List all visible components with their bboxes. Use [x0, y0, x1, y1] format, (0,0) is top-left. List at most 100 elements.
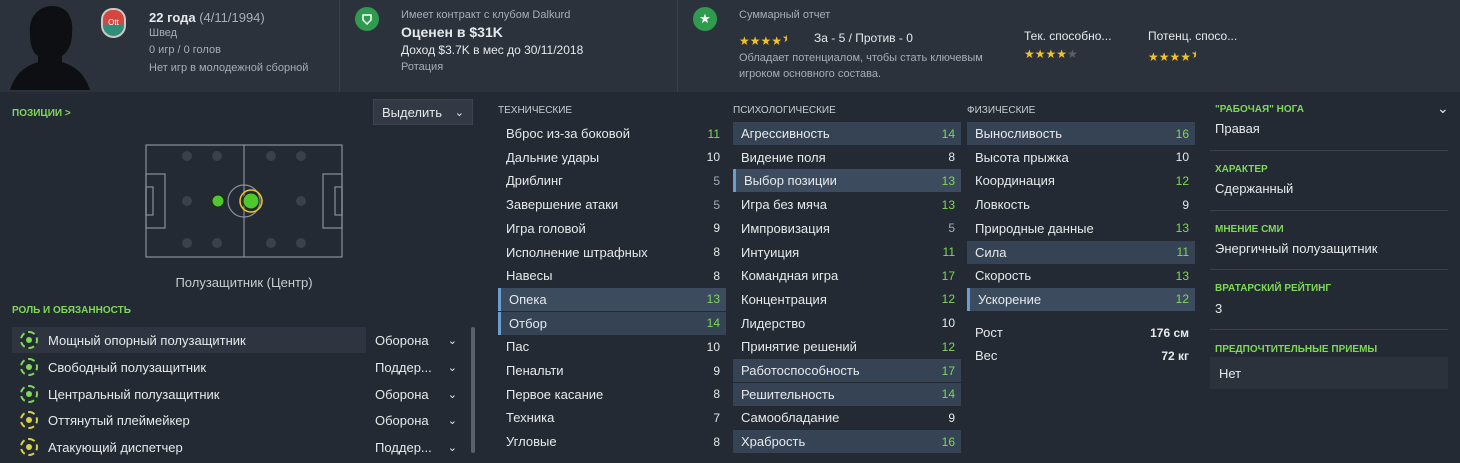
attribute-row[interactable]: Угловые 8 [498, 430, 726, 453]
duty-dropdown[interactable]: Поддер... ⌄ [375, 354, 465, 380]
gk-rating-value: 3 [1215, 301, 1223, 316]
attribute-row[interactable]: Исполнение штрафных 8 [498, 241, 726, 264]
divider [1210, 150, 1448, 151]
report-for-against: За - 5 / Против - 0 [814, 31, 913, 45]
ppm-box: Нет [1210, 357, 1448, 389]
attribute-row[interactable]: Сила 11 [967, 240, 1195, 264]
attribute-value: 17 [941, 363, 955, 378]
attribute-name: Работоспособность [741, 363, 860, 378]
duty-dropdown[interactable]: Оборона ⌄ [375, 381, 465, 407]
contract-text: Имеет контракт с клубом Dalkurd [401, 9, 571, 21]
squad-status: Ротация [401, 61, 444, 73]
positions-title[interactable]: ПОЗИЦИИ > [12, 108, 71, 119]
attribute-value: 9 [1182, 197, 1189, 212]
role-row[interactable]: Мощный опорный полузащитник [12, 327, 366, 353]
attribute-name: Ловкость [975, 197, 1030, 213]
attribute-row[interactable]: Выносливость 16 [967, 122, 1195, 145]
attribute-value: 16 [941, 434, 955, 449]
duty-dropdown[interactable]: Оборона ⌄ [375, 407, 465, 433]
attribute-value: 14 [706, 316, 720, 331]
attribute-name: Агрессивность [741, 126, 830, 141]
technical-title: ТЕХНИЧЕСКИЕ [498, 105, 573, 116]
report-title: Суммарный отчет [739, 9, 831, 21]
highlight-dropdown-label: Выделить [382, 104, 442, 120]
roles-scrollbar[interactable] [471, 327, 475, 453]
attribute-name: Первое касание [506, 386, 604, 402]
duty-dropdown[interactable]: Оборона ⌄ [375, 327, 465, 353]
attribute-row[interactable]: Пенальти 9 [498, 359, 726, 382]
attribute-name: Навесы [506, 268, 553, 284]
attribute-value: 11 [942, 245, 955, 259]
attribute-row[interactable]: Навесы 8 [498, 264, 726, 287]
attribute-row[interactable]: Координация 12 [967, 169, 1195, 192]
role-row[interactable]: Свободный полузащитник [12, 354, 366, 380]
duty-label: Поддер... [375, 359, 432, 375]
senior-caps: 0 игр / 0 голов [149, 44, 221, 56]
attribute-value: 12 [1175, 292, 1189, 307]
attribute-row[interactable]: Отбор 14 [498, 311, 726, 335]
duty-label: Оборона [375, 332, 429, 348]
attribute-value: 13 [941, 197, 955, 212]
player-value: Оценен в $31K [401, 24, 503, 40]
role-row[interactable]: Центральный полузащитник [12, 381, 366, 407]
attribute-name: Высота прыжка [975, 149, 1069, 165]
attribute-name: Принятие решений [741, 339, 857, 355]
attribute-row[interactable]: Скорость 13 [967, 264, 1195, 287]
position-dot-dm [211, 194, 225, 208]
attribute-row[interactable]: Командная игра 17 [733, 264, 961, 287]
collapse-chevron-icon[interactable]: ⌄ [1437, 100, 1449, 117]
youth-caps: Нет игр в молодежной сборной [149, 62, 309, 74]
attribute-row[interactable]: Высота прыжка 10 [967, 146, 1195, 169]
role-row[interactable]: Оттянутый плеймейкер [12, 407, 366, 433]
highlight-dropdown[interactable]: Выделить ⌄ [373, 99, 473, 125]
attribute-row[interactable]: Первое касание 8 [498, 383, 726, 406]
attribute-row[interactable]: Вброс из-за боковой 11 [498, 122, 726, 145]
attribute-row[interactable]: Видение поля 8 [733, 146, 961, 169]
divider [339, 0, 340, 92]
attribute-name: Отбор [509, 315, 547, 331]
attribute-value: 10 [706, 339, 720, 354]
attribute-row[interactable]: Храбрость 16 [733, 430, 961, 454]
attribute-row[interactable]: Игра без мяча 13 [733, 193, 961, 216]
attribute-row[interactable]: Концентрация 12 [733, 288, 961, 311]
attribute-row[interactable]: Дриблинг 5 [498, 169, 726, 192]
pitch-diagram [145, 144, 343, 258]
attribute-row[interactable]: Ускорение 12 [967, 287, 1195, 311]
attribute-row[interactable]: Техника 7 [498, 406, 726, 429]
attribute-row[interactable]: Работоспособность 17 [733, 359, 961, 382]
attribute-row[interactable]: Пас 10 [498, 335, 726, 358]
personality-title: ХАРАКТЕР [1215, 164, 1268, 175]
attribute-row[interactable]: Завершение атаки 5 [498, 193, 726, 216]
attribute-value: 12 [941, 339, 955, 354]
attribute-row[interactable]: Решительность 14 [733, 382, 961, 406]
attribute-row[interactable]: Опека 13 [498, 287, 726, 311]
attribute-name: Дриблинг [506, 173, 563, 189]
attribute-row[interactable]: Игра головой 9 [498, 217, 726, 240]
attribute-value: 8 [713, 434, 720, 449]
chevron-down-icon: ⌄ [454, 106, 464, 119]
player-wage: Доход $3.7K в мес до 30/11/2018 [401, 43, 584, 57]
report-stars: ★★★★★ [739, 31, 787, 48]
player-dob: (4/11/1994) [199, 10, 265, 25]
current-ability-stars: ★★★★★ [1024, 47, 1078, 61]
attribute-row[interactable]: Природные данные 13 [967, 217, 1195, 240]
attribute-row[interactable]: Интуиция 11 [733, 241, 961, 264]
attribute-row[interactable]: Ловкость 9 [967, 193, 1195, 216]
duty-dropdown[interactable]: Поддер... ⌄ [375, 434, 465, 460]
attribute-row[interactable]: Агрессивность 14 [733, 122, 961, 145]
attribute-value: 10 [1175, 150, 1189, 165]
attribute-row[interactable]: Импровизация 5 [733, 217, 961, 240]
attribute-row[interactable]: Принятие решений 12 [733, 335, 961, 358]
physical-title: ФИЗИЧЕСКИЕ [967, 105, 1036, 116]
attribute-name: Импровизация [741, 220, 830, 236]
attribute-value: 10 [706, 150, 720, 165]
attribute-row[interactable]: Лидерство 10 [733, 312, 961, 335]
player-silhouette-avatar [10, 6, 90, 90]
attribute-name: Игра без мяча [741, 197, 827, 213]
position-dot-mc-inner [242, 192, 260, 210]
attribute-row[interactable]: Самообладание 9 [733, 406, 961, 429]
role-row[interactable]: Атакующий диспетчер [12, 434, 366, 460]
attribute-row[interactable]: Дальние удары 10 [498, 146, 726, 169]
attribute-row[interactable]: Выбор позиции 13 [733, 169, 961, 193]
club-badge-icon[interactable]: Ott [101, 8, 126, 38]
